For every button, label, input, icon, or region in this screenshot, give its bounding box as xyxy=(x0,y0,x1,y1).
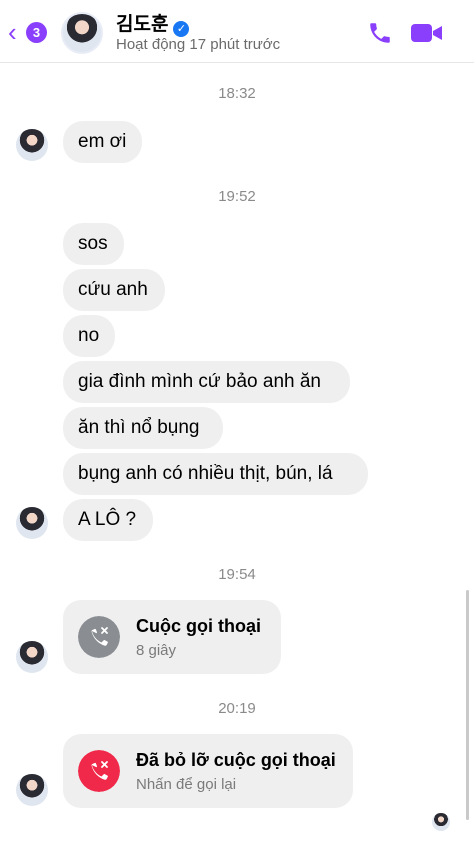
chat-header: ‹ 3 김도훈 ✓ Hoạt động 17 phút trước xyxy=(0,0,474,63)
call-title: Đã bỏ lỡ cuộc gọi thoại xyxy=(136,750,336,770)
timestamp: 19:54 xyxy=(218,566,256,583)
back-chevron-icon[interactable]: ‹ xyxy=(8,19,26,45)
missed-call-icon xyxy=(78,750,120,792)
call-title: Cuộc gọi thoại xyxy=(136,616,261,636)
call-duration: 8 giây xyxy=(136,642,177,659)
contact-name[interactable]: 김도훈 ✓ xyxy=(116,9,190,37)
sender-avatar[interactable] xyxy=(16,774,48,806)
contact-avatar[interactable] xyxy=(61,12,103,54)
timestamp: 20:19 xyxy=(218,700,256,717)
unread-count-badge[interactable]: 3 xyxy=(26,22,47,43)
message-bubble[interactable]: gia đình mình cứ bảo anh ăn xyxy=(63,361,350,403)
missed-call-card[interactable]: Đã bỏ lỡ cuộc gọi thoại Nhấn để gọi lại xyxy=(63,734,353,808)
video-call-icon[interactable] xyxy=(410,21,444,45)
sender-avatar[interactable] xyxy=(16,129,48,161)
message-bubble[interactable]: em ơi xyxy=(63,121,142,163)
contact-status: Hoạt động 17 phút trước xyxy=(116,36,281,53)
message-bubble[interactable]: cứu anh xyxy=(63,269,165,311)
call-back-hint: Nhấn để gọi lại xyxy=(136,776,237,793)
message-bubble[interactable]: sos xyxy=(63,223,124,265)
verified-badge-icon: ✓ xyxy=(173,21,190,37)
phone-call-icon[interactable] xyxy=(366,20,394,46)
sender-avatar[interactable] xyxy=(16,507,48,539)
contact-name-text[interactable]: 김도훈 xyxy=(116,14,168,35)
sender-avatar[interactable] xyxy=(16,641,48,673)
message-bubble[interactable]: ăn thì nổ bụng xyxy=(63,407,223,449)
timestamp: 19:52 xyxy=(218,188,256,205)
missed-outgoing-call-icon xyxy=(78,616,120,658)
message-bubble[interactable]: bụng anh có nhiều thịt, bún, lá xyxy=(63,453,368,495)
timestamp: 18:32 xyxy=(218,85,256,102)
read-receipt-avatar xyxy=(432,813,450,831)
message-bubble[interactable]: no xyxy=(63,315,115,357)
scrollbar[interactable] xyxy=(466,590,469,820)
voice-call-card[interactable]: Cuộc gọi thoại 8 giây xyxy=(63,600,281,674)
message-bubble[interactable]: A LÔ ? xyxy=(63,499,153,541)
